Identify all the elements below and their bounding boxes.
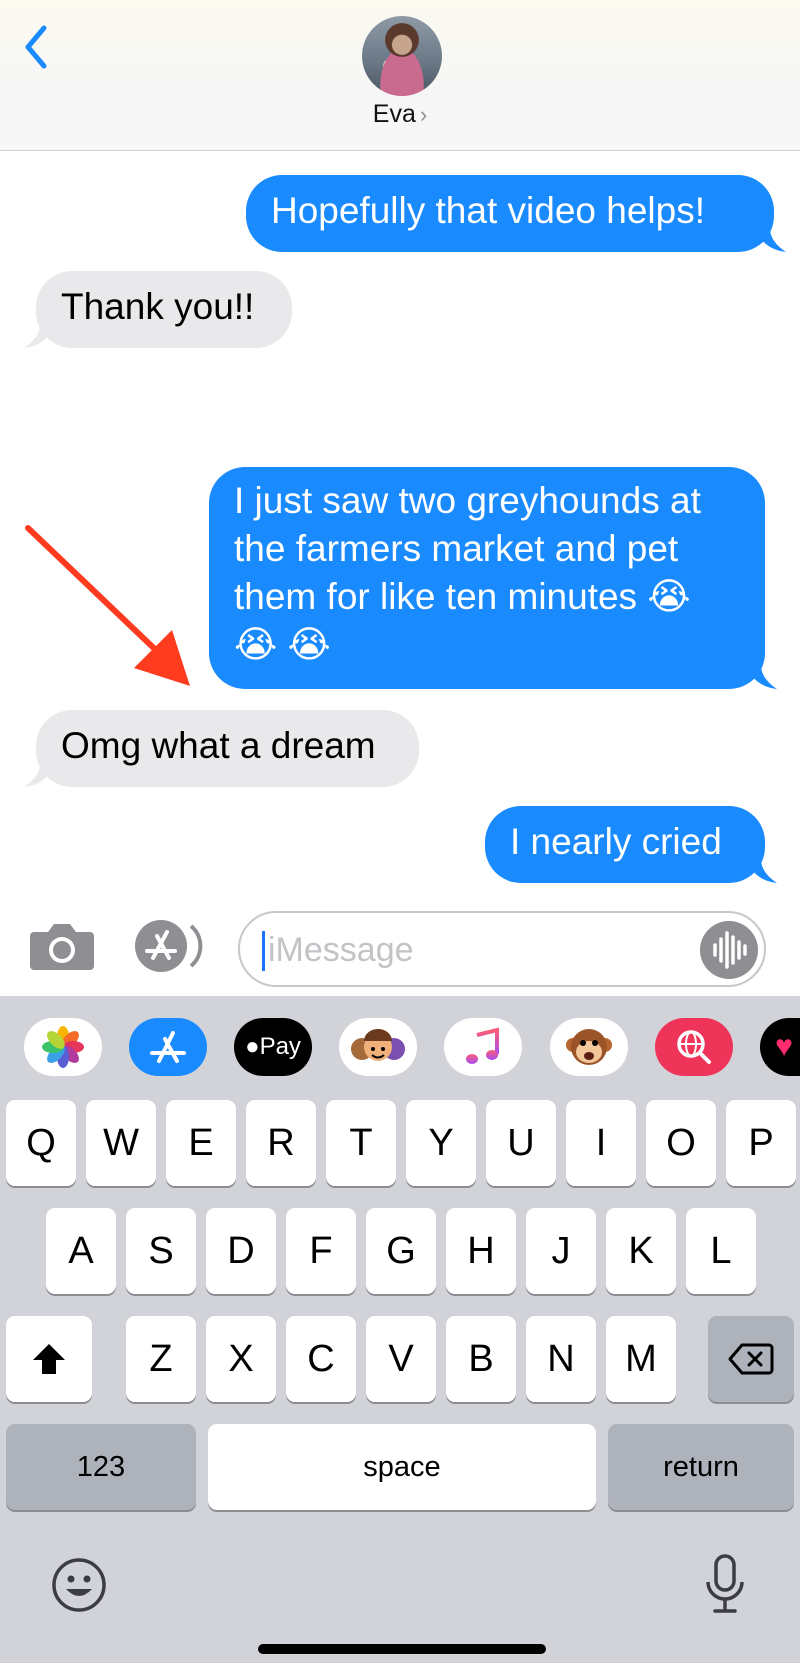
message-bubble-incoming[interactable]: Thank you!!	[24, 271, 292, 348]
chevron-left-icon	[25, 25, 47, 69]
message-text: Omg what a dream	[61, 725, 376, 766]
key-f[interactable]: F	[286, 1208, 356, 1294]
globe-search-icon	[677, 1030, 711, 1064]
key-g[interactable]: G	[366, 1208, 436, 1294]
key-m[interactable]: M	[606, 1316, 676, 1402]
key-d[interactable]: D	[206, 1208, 276, 1294]
numbers-key[interactable]: 123	[6, 1424, 196, 1510]
heart-icon: ♥	[775, 1030, 793, 1063]
conversation-header: Eva ›	[0, 0, 800, 151]
message-text: I nearly cried	[510, 821, 722, 862]
memoji-faces-icon	[351, 1029, 405, 1061]
shift-icon	[33, 1344, 65, 1374]
key-y[interactable]: Y	[406, 1100, 476, 1186]
animoji-app-icon[interactable]	[550, 1018, 628, 1076]
photos-app-icon[interactable]	[24, 1018, 102, 1076]
delete-icon	[728, 1343, 774, 1375]
key-c[interactable]: C	[286, 1316, 356, 1402]
apple-pay-label: Pay	[259, 1033, 301, 1060]
camera-button[interactable]	[30, 920, 94, 974]
bubble-tail	[756, 228, 786, 252]
bubble-tail	[747, 665, 777, 689]
audio-message-button[interactable]	[700, 921, 758, 979]
key-u[interactable]: U	[486, 1100, 556, 1186]
search-images-app-icon[interactable]	[655, 1018, 733, 1076]
apple-logo-icon: ●	[245, 1033, 260, 1060]
message-bubble-outgoing[interactable]: I nearly cried	[485, 806, 777, 883]
app-store-a-icon	[150, 1031, 186, 1063]
key-v[interactable]: V	[366, 1316, 436, 1402]
home-indicator	[258, 1644, 546, 1654]
key-p[interactable]: P	[726, 1100, 796, 1186]
key-k[interactable]: K	[606, 1208, 676, 1294]
key-t[interactable]: T	[326, 1100, 396, 1186]
space-key[interactable]: space	[208, 1424, 596, 1510]
contact-name-button[interactable]: Eva ›	[0, 100, 800, 129]
text-caret	[262, 931, 265, 971]
message-bubble-incoming[interactable]: Omg what a dream	[24, 710, 419, 787]
digital-touch-app-icon[interactable]: ♥	[760, 1018, 800, 1076]
app-store-icon	[135, 920, 203, 972]
message-input[interactable]: iMessage	[238, 911, 766, 987]
key-e[interactable]: E	[166, 1100, 236, 1186]
shift-key[interactable]	[6, 1316, 92, 1402]
message-text: Thank you!!	[61, 286, 255, 327]
imessage-app-strip: ● Pay ♥	[0, 996, 800, 1092]
key-b[interactable]: B	[446, 1316, 516, 1402]
bubble-tail	[24, 763, 54, 787]
bubble-tail	[24, 324, 54, 348]
audio-waveform-icon	[713, 931, 747, 969]
message-input-placeholder: iMessage	[268, 931, 414, 969]
app-store-app-icon[interactable]	[129, 1018, 207, 1076]
dictation-button[interactable]	[702, 1552, 748, 1616]
music-app-icon[interactable]	[444, 1018, 522, 1076]
key-o[interactable]: O	[646, 1100, 716, 1186]
key-i[interactable]: I	[566, 1100, 636, 1186]
message-bubble-outgoing[interactable]: Hopefully that video helps!	[246, 175, 786, 252]
key-r[interactable]: R	[246, 1100, 316, 1186]
contact-avatar[interactable]	[362, 16, 442, 96]
bubble-tail	[747, 859, 777, 883]
message-text: Hopefully that video helps!	[271, 190, 705, 231]
key-h[interactable]: H	[446, 1208, 516, 1294]
key-l[interactable]: L	[686, 1208, 756, 1294]
keyboard: ● Pay ♥ Q W E R T Y U I O P A S D F G H …	[0, 996, 800, 1663]
chevron-right-icon: ›	[419, 102, 428, 127]
key-z[interactable]: Z	[126, 1316, 196, 1402]
emoji-button[interactable]	[50, 1556, 108, 1614]
key-x[interactable]: X	[206, 1316, 276, 1402]
music-note-icon	[466, 1027, 499, 1064]
camera-icon	[30, 924, 94, 970]
message-bubble-outgoing[interactable]: I just saw two greyhounds at the farmers…	[209, 467, 777, 689]
key-w[interactable]: W	[86, 1100, 156, 1186]
monkey-face-icon	[566, 1029, 612, 1065]
key-s[interactable]: S	[126, 1208, 196, 1294]
emoji-icon	[52, 1558, 106, 1612]
contact-name: Eva	[372, 100, 416, 128]
key-a[interactable]: A	[46, 1208, 116, 1294]
key-q[interactable]: Q	[6, 1100, 76, 1186]
delete-key[interactable]	[708, 1316, 794, 1402]
apps-button[interactable]	[133, 918, 205, 974]
return-key[interactable]: return	[608, 1424, 794, 1510]
microphone-icon	[706, 1554, 744, 1613]
apple-pay-app-icon[interactable]: ● Pay	[234, 1018, 312, 1076]
memoji-app-icon[interactable]	[339, 1018, 417, 1076]
key-n[interactable]: N	[526, 1316, 596, 1402]
key-j[interactable]: J	[526, 1208, 596, 1294]
red-arrow-icon	[25, 525, 190, 686]
back-button[interactable]	[18, 22, 58, 72]
message-text: I just saw two greyhounds at the farmers…	[234, 480, 701, 665]
photos-flower-icon	[42, 1026, 84, 1068]
